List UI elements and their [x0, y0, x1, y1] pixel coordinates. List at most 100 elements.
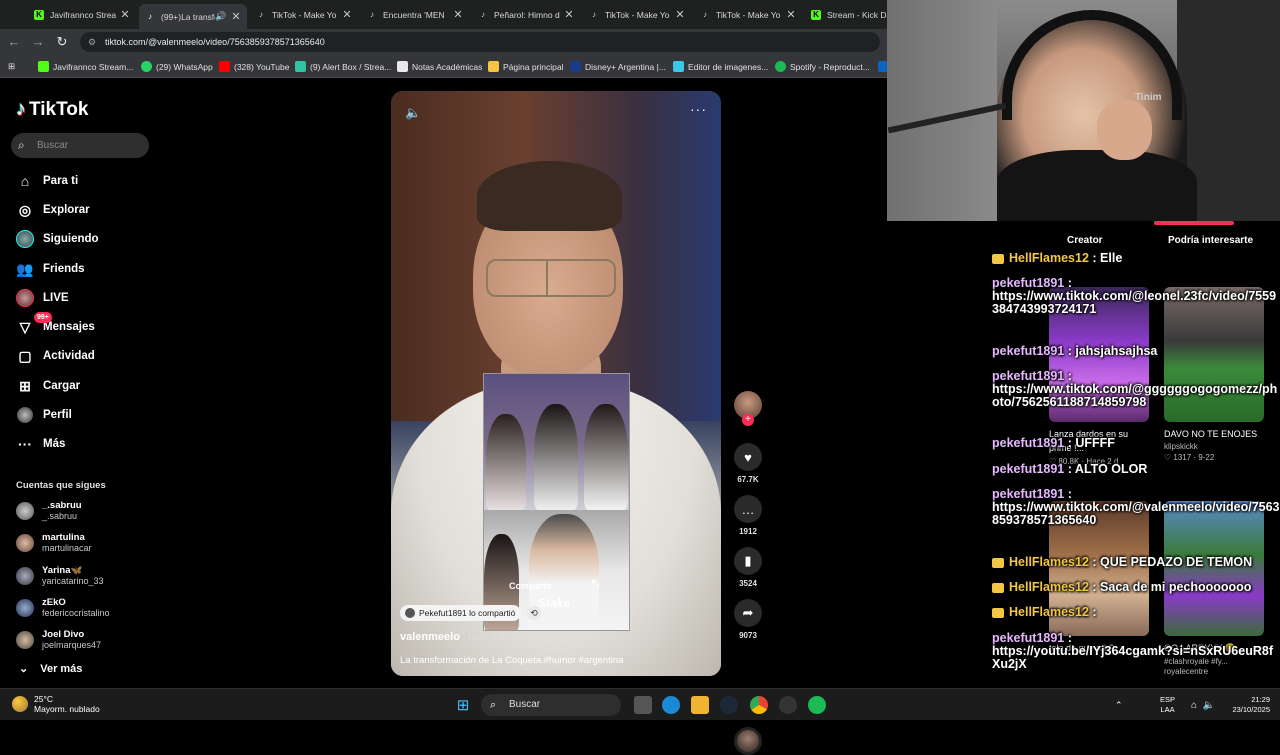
save-button[interactable]: ▮ 3524 [733, 547, 763, 588]
youtube-icon [219, 61, 230, 72]
followed-account[interactable]: Yarina🦋 yaricatarino_33 [16, 563, 104, 589]
see-more-button[interactable]: ⌄ Ver más [16, 662, 82, 676]
spotify-icon[interactable] [808, 696, 826, 714]
bookmark-item[interactable]: (328) YouTube [219, 59, 289, 74]
bookmark-item[interactable]: (29) WhatsApp [141, 59, 213, 74]
chrome-icon[interactable] [750, 696, 768, 714]
video-author[interactable]: valenmeelo · Hace 1 d [400, 631, 505, 643]
followed-account[interactable]: Joel Divo joelmarques47 [16, 627, 101, 653]
bookmark-item[interactable]: Spotify - Reproduct... [775, 59, 870, 74]
bookmark-item[interactable]: (9) Alert Box / Strea... [295, 59, 391, 74]
chat-message: pekefut1891 : https://www.tiktok.com/@val… [992, 487, 1280, 527]
close-icon[interactable]: ✕ [562, 8, 576, 21]
chat-user: pekefut1891 [992, 436, 1065, 450]
chat-user: HellFlames12 [1009, 251, 1089, 265]
browser-tab[interactable]: ♪ TikTok - Make Yo ✕ [250, 4, 358, 25]
file-explorer-icon[interactable] [691, 696, 709, 714]
close-icon[interactable]: ✕ [673, 8, 687, 21]
chat-user: HellFlames12 [1009, 605, 1089, 619]
vip-badge-icon [992, 253, 1004, 264]
browser-tab[interactable]: K Javifrannco Strea ✕ [28, 4, 136, 25]
bookmark-label: Editor de imagenes... [688, 61, 769, 72]
nav-friends[interactable]: 👥 Friends [16, 258, 84, 280]
close-icon[interactable]: ✕ [340, 8, 354, 21]
video-subject-glasses [486, 259, 616, 297]
account-name: martulina [42, 532, 85, 543]
windows-start-icon[interactable]: ⊞ [454, 696, 472, 714]
chat-message: HellFlames12 : Saca de mi pechooooooo [992, 581, 1280, 594]
url-text: tiktok.com/@valenmeelo/video/75638593785… [105, 37, 325, 47]
network-icon[interactable]: ⌂ [1187, 696, 1201, 714]
taskbar-search[interactable]: ⌕ Buscar [481, 694, 621, 716]
followed-account[interactable]: martulina martulinacar [16, 530, 92, 556]
close-icon[interactable]: ✕ [451, 8, 465, 21]
followed-account[interactable]: zEkO federicocristalino [16, 595, 110, 621]
weather-icon [12, 696, 28, 712]
chevron-down-icon: ⌄ [19, 663, 29, 675]
shared-by-pill[interactable]: Pekefut1891 lo compartió [400, 605, 522, 621]
nav-messages[interactable]: ▽ 99+ Mensajes [16, 312, 95, 338]
browser-tab[interactable]: K Stream - Kick Das [805, 4, 887, 25]
comment-button[interactable]: … 1912 [733, 495, 763, 536]
reload-icon[interactable]: ↻ [54, 34, 70, 50]
bookmark-item[interactable]: Editor de imagenes... [673, 59, 768, 74]
tiktok-icon: ♪ [16, 98, 26, 120]
bookmark-item[interactable]: Disney+ Argentina |... [570, 59, 666, 74]
back-icon[interactable]: ← [6, 34, 22, 50]
follow-plus-icon[interactable]: + [742, 414, 754, 426]
chevron-up-icon[interactable]: ⌃ [1115, 700, 1123, 711]
bookmark-item[interactable]: Javifrannco Stream... [38, 59, 133, 74]
close-icon[interactable]: ✕ [118, 8, 132, 21]
followed-account[interactable]: _.sabruu _.sabruu [16, 498, 82, 524]
tab-title: Javifrannco Strea [50, 9, 117, 20]
messages-icon: ▽ 99+ [16, 312, 52, 336]
nav-following[interactable]: Siguiendo [16, 228, 99, 250]
music-disc-icon[interactable] [734, 727, 762, 755]
audio-icon[interactable]: 🔊 [215, 11, 227, 22]
volume-icon[interactable]: 🔈 [1202, 696, 1216, 714]
nav-more[interactable]: ··· Más [16, 433, 65, 455]
inset-watermark: Stake [538, 596, 571, 610]
activity-icon: ▢ [18, 347, 32, 364]
repost-icon[interactable]: ⟲ [527, 606, 541, 620]
task-view-icon[interactable] [634, 696, 652, 714]
obs-icon[interactable] [779, 696, 797, 714]
browser-tab[interactable]: ♪ Encuentra 'MEN ✕ [361, 4, 469, 25]
nav-live[interactable]: LIVE [16, 287, 69, 309]
edge-icon[interactable] [662, 696, 680, 714]
tiktok-logo[interactable]: ♪ TikTok [16, 98, 88, 121]
like-button[interactable]: ♥ 67.7K [733, 443, 763, 484]
volume-icon[interactable]: 🔈 [405, 105, 421, 121]
forward-icon[interactable]: → [30, 34, 46, 50]
nav-profile[interactable]: Perfil [16, 404, 72, 426]
nav-upload[interactable]: ⊞ Cargar [16, 375, 80, 397]
bookmark-item[interactable]: Notas Académicas [397, 59, 482, 74]
bookmark-label: Javifrannco Stream... [53, 61, 134, 72]
apps-icon[interactable]: ⊞ [8, 59, 15, 74]
bookmark-item[interactable]: Página principal [488, 59, 563, 74]
site-info-icon[interactable]: ⚙ [88, 32, 96, 52]
nav-activity[interactable]: ▢ Actividad [16, 345, 94, 367]
system-clock[interactable]: 21:29 23/10/2025 [1222, 695, 1270, 715]
share-button[interactable]: ➦ 9073 [733, 599, 763, 640]
nav-explore[interactable]: ◎ Explorar [16, 199, 90, 221]
tab-creator[interactable]: Creator [1067, 235, 1103, 246]
browser-tab[interactable]: ♪ TikTok - Make Yo ✕ [694, 4, 802, 25]
url-field[interactable]: ⚙ tiktok.com/@valenmeelo/video/756385937… [80, 32, 880, 52]
browser-tab-active[interactable]: ♪ (99+)La transfo 🔊 ✕ [139, 4, 247, 29]
chat-text: https://youtu.be/IYj364cgamk?si=nSxRU6eu… [992, 644, 1273, 671]
messages-badge: 99+ [34, 312, 52, 323]
weather-widget[interactable]: 25°C Mayorm. nublado [12, 694, 100, 714]
close-icon[interactable]: ✕ [784, 8, 798, 21]
more-options-icon[interactable]: ··· [690, 101, 707, 117]
browser-tab[interactable]: ♪ TikTok - Make Yo ✕ [583, 4, 691, 25]
inset-person [584, 404, 628, 510]
tab-may-interest[interactable]: Podría interesarte [1168, 235, 1253, 246]
video-player[interactable]: 🔈 ··· Stake Compartir Pekefut1891 lo com… [391, 91, 721, 676]
close-icon[interactable]: ✕ [229, 10, 243, 23]
language-indicator[interactable]: ESP LAA [1160, 695, 1175, 715]
browser-tab[interactable]: ♪ Peñarol: Himno d ✕ [472, 4, 580, 25]
steam-icon[interactable] [720, 696, 738, 714]
nav-for-you[interactable]: ⌂ Para ti [16, 170, 78, 192]
search-input[interactable]: ⌕ Buscar [11, 133, 149, 158]
